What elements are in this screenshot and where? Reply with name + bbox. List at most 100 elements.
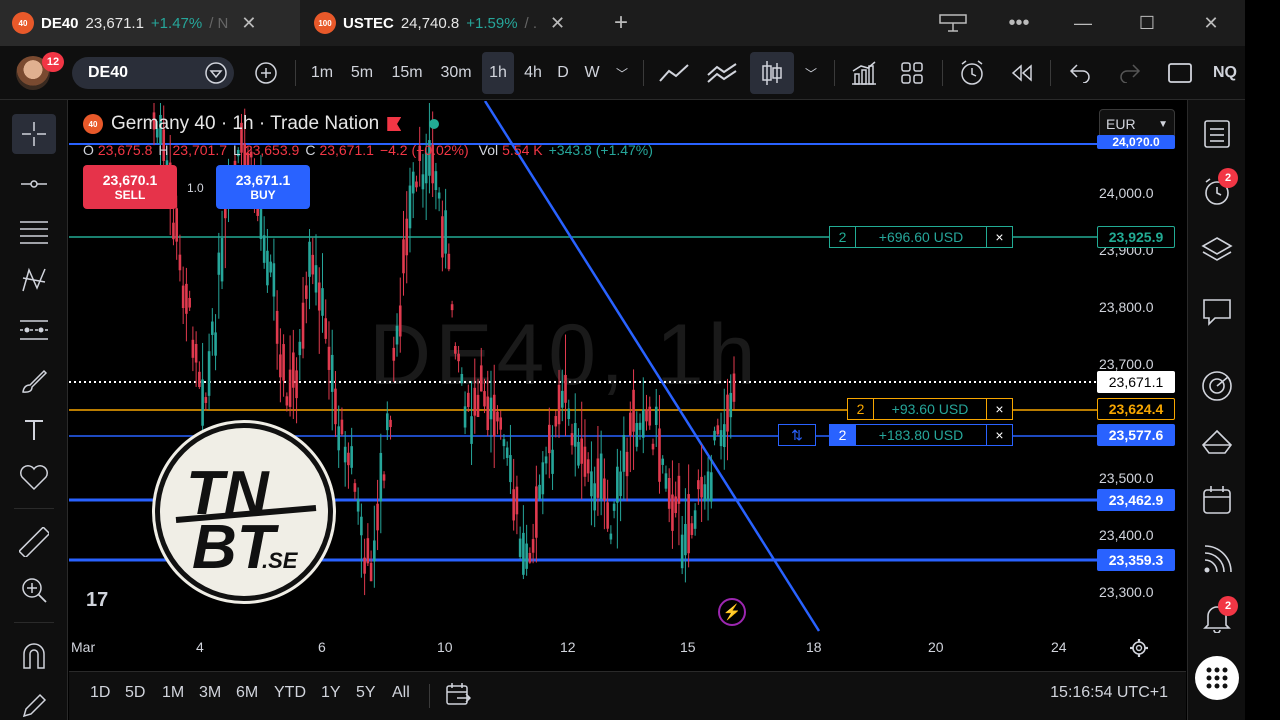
layers-icon[interactable]	[1195, 228, 1239, 272]
magnet-icon[interactable]	[12, 636, 56, 676]
close-position-icon[interactable]: ×	[986, 227, 1012, 247]
nq-label[interactable]: NQ	[1208, 46, 1242, 100]
interval-1m[interactable]: 1m	[306, 46, 338, 100]
range-6m[interactable]: 6M	[236, 684, 258, 702]
undo-icon[interactable]	[1060, 46, 1100, 100]
price-tag-level[interactable]: 23,359.3	[1097, 549, 1175, 571]
candle-body	[185, 283, 188, 314]
replay-icon[interactable]	[1002, 46, 1042, 100]
compare-symbol-icon[interactable]	[204, 61, 228, 90]
candle-body	[525, 543, 528, 569]
crosshair-icon[interactable]	[12, 114, 56, 154]
interval-4h[interactable]: 4h	[518, 46, 548, 100]
candle-body	[564, 374, 567, 403]
interval-1h[interactable]: 1h	[482, 52, 514, 94]
text-icon[interactable]	[12, 410, 56, 450]
interval-d[interactable]: D	[552, 46, 574, 100]
range-1y[interactable]: 1Y	[321, 684, 341, 702]
interval-5m[interactable]: 5m	[344, 46, 380, 100]
candle-body	[324, 318, 328, 339]
tradingview-logo[interactable]: 17	[86, 589, 108, 612]
position-line-2[interactable]: 2 +93.60 USD ×	[847, 398, 1013, 420]
candle-body	[674, 496, 677, 514]
close-position-icon[interactable]: ×	[986, 425, 1012, 445]
pencil-lock-icon[interactable]	[12, 686, 56, 720]
sell-button[interactable]: 23,670.1 SELL	[83, 165, 177, 209]
calendar-goto-icon[interactable]	[445, 682, 472, 713]
line-chart-icon[interactable]	[654, 46, 694, 100]
window-close-icon[interactable]: ✕	[1188, 0, 1234, 46]
fullscreen-icon[interactable]	[1160, 46, 1200, 100]
chat-icon[interactable]	[1195, 290, 1239, 334]
new-tab-button[interactable]: +	[598, 0, 644, 46]
maximize-icon[interactable]: ☐	[1124, 0, 1170, 46]
range-5d[interactable]: 5D	[125, 684, 145, 702]
candle-body	[551, 449, 554, 474]
range-all[interactable]: All	[392, 684, 410, 702]
candle-body	[703, 484, 707, 502]
range-1d[interactable]: 1D	[90, 684, 110, 702]
zoom-in-icon[interactable]	[12, 570, 56, 610]
calendar-icon[interactable]	[1195, 478, 1239, 522]
interval-15m[interactable]: 15m	[386, 46, 428, 100]
chevron-down-icon[interactable]: ﹀	[610, 46, 634, 100]
chart-legend-title[interactable]: 40 Germany 40 · 1h · Trade Nation	[83, 113, 440, 135]
interval-30m[interactable]: 30m	[434, 46, 478, 100]
alert-clock-icon[interactable]	[952, 46, 992, 100]
more-icon[interactable]: •••	[996, 0, 1042, 46]
range-5y[interactable]: 5Y	[356, 684, 376, 702]
minimize-icon[interactable]: —	[1060, 0, 1106, 46]
price-tag-top-line[interactable]: 24,0?0.0	[1097, 135, 1175, 149]
close-position-icon[interactable]: ×	[986, 399, 1012, 419]
close-icon[interactable]: ✕	[241, 13, 256, 34]
forecast-icon[interactable]	[12, 310, 56, 350]
price-tag-position-1[interactable]: 23,925.9	[1097, 226, 1175, 248]
range-1m[interactable]: 1M	[162, 684, 184, 702]
indicators-icon[interactable]	[844, 46, 884, 100]
range-ytd[interactable]: YTD	[274, 684, 306, 702]
layout-icon[interactable]	[930, 0, 976, 46]
heart-icon[interactable]	[12, 458, 56, 498]
buy-button[interactable]: 23,671.1 BUY	[216, 165, 310, 209]
time-axis[interactable]: Mar 4 6 10 12 15 18 20 24	[69, 635, 1186, 671]
price-tag-position-3[interactable]: 23,577.6	[1097, 424, 1175, 446]
candle-body	[279, 354, 282, 378]
brush-icon[interactable]	[12, 362, 56, 402]
close-icon[interactable]: ✕	[550, 13, 565, 34]
price-axis-label: 24,000.0	[1099, 185, 1154, 201]
drawing-toolbar	[0, 100, 68, 720]
fib-icon[interactable]	[12, 212, 56, 252]
flag-icon[interactable]	[387, 117, 402, 131]
trend-line-icon[interactable]	[12, 164, 56, 204]
price-tag-level[interactable]: 23,462.9	[1097, 489, 1175, 511]
symbol-search-input[interactable]: DE40	[72, 57, 234, 89]
target-icon[interactable]	[1195, 364, 1239, 408]
area-chart-icon[interactable]	[702, 46, 742, 100]
chevron-down-icon[interactable]: ﹀	[798, 46, 824, 100]
watchlist-icon[interactable]	[1195, 112, 1239, 156]
timezone-clock[interactable]: 15:16:54 UTC+1	[1050, 684, 1168, 702]
tab-de40[interactable]: 40 DE40 23,671.1 +1.47% / N ✕	[0, 0, 300, 46]
position-line-1[interactable]: 2 +696.60 USD ×	[829, 226, 1013, 248]
position-line-3[interactable]: 2 +183.80 USD ×	[829, 424, 1013, 446]
ruler-icon[interactable]	[12, 522, 56, 562]
broadcast-icon[interactable]	[1195, 538, 1239, 582]
range-3m[interactable]: 3M	[199, 684, 221, 702]
settings-icon[interactable]	[1129, 638, 1149, 663]
candle-body	[573, 423, 577, 447]
layouts-grid-icon[interactable]	[892, 46, 932, 100]
tab-ustec[interactable]: 100 USTEC 24,740.8 +1.59% / . ✕	[302, 0, 602, 46]
price-tag-position-2[interactable]: 23,624.4	[1097, 398, 1175, 420]
reverse-position-button[interactable]: ⇅	[778, 424, 816, 446]
candle-body	[181, 285, 185, 309]
candles-icon[interactable]	[750, 52, 794, 94]
candle-body	[369, 562, 373, 582]
add-symbol-icon[interactable]	[250, 46, 282, 100]
lightning-icon[interactable]: ⚡	[718, 598, 746, 626]
interval-w[interactable]: W	[578, 46, 606, 100]
pattern-icon[interactable]	[12, 260, 56, 300]
apps-grid-icon[interactable]	[1195, 656, 1239, 700]
redo-icon[interactable]	[1110, 46, 1150, 100]
chart-pane[interactable]: DE40, 1h 40 Germany 40 · 1h · Trade Nati…	[69, 101, 1186, 671]
ideas-icon[interactable]	[1195, 420, 1239, 464]
